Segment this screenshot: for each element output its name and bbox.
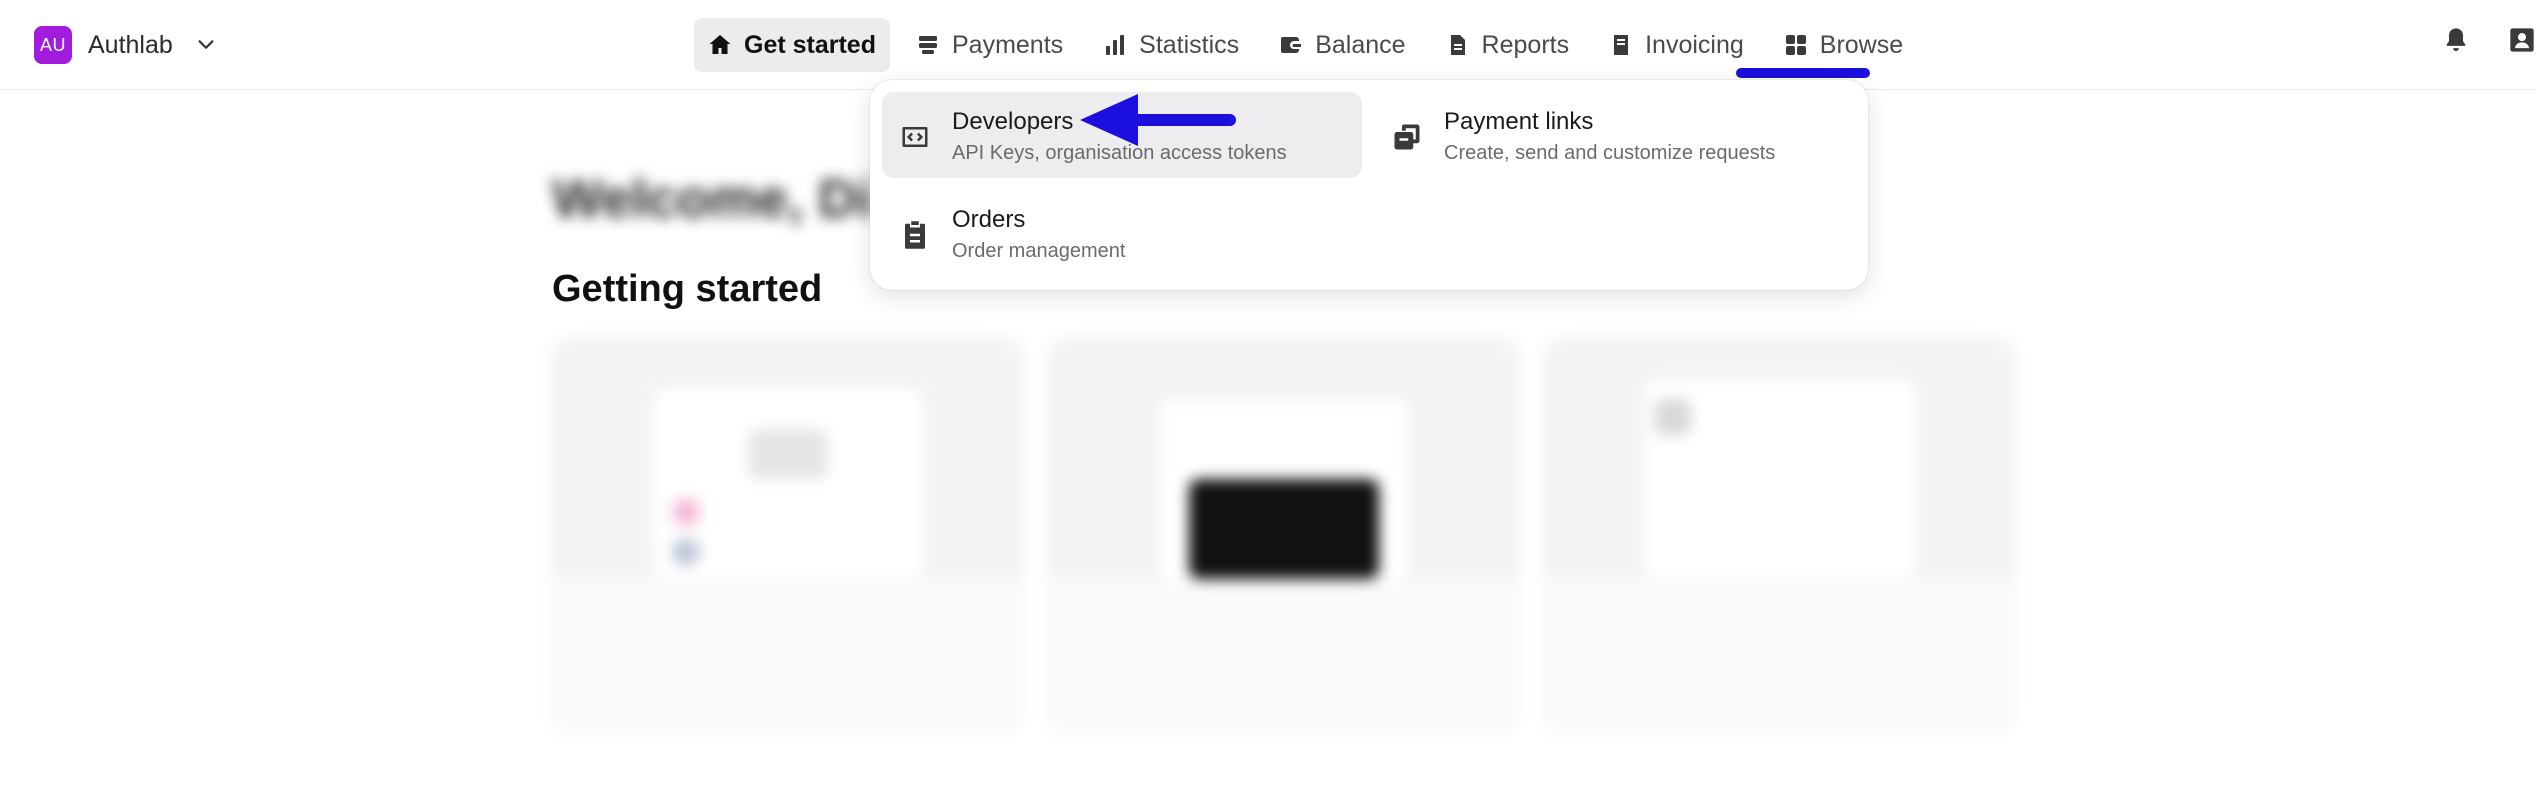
code-icon bbox=[902, 127, 928, 147]
bell-icon[interactable] bbox=[2442, 26, 2470, 54]
nav-label: Statistics bbox=[1139, 30, 1240, 59]
nav-invoicing[interactable]: Invoicing bbox=[1595, 18, 1758, 72]
chevron-down-icon bbox=[198, 40, 214, 49]
nav-get-started[interactable]: Get started bbox=[694, 18, 890, 72]
getting-started-card[interactable] bbox=[1544, 338, 2014, 734]
nav-reports[interactable]: Reports bbox=[1432, 18, 1584, 72]
card-preview-image bbox=[1545, 339, 2013, 579]
nav-label: Get started bbox=[744, 30, 876, 59]
card-preview-image bbox=[1049, 339, 1517, 579]
grid-icon bbox=[1785, 35, 1806, 55]
nav-label: Reports bbox=[1481, 30, 1570, 59]
nav-payments[interactable]: Payments bbox=[902, 18, 1077, 72]
getting-started-title: Getting started bbox=[552, 268, 823, 310]
header-actions bbox=[2442, 26, 2536, 54]
clipboard-icon bbox=[905, 221, 925, 249]
nav-balance[interactable]: Balance bbox=[1265, 18, 1419, 72]
menu-item-title: Orders bbox=[952, 206, 1026, 233]
nav-label: Payments bbox=[951, 30, 1064, 59]
nav-label: Invoicing bbox=[1645, 30, 1744, 59]
user-icon[interactable] bbox=[2508, 26, 2536, 54]
menu-item-orders[interactable]: Orders Order management bbox=[882, 190, 1362, 276]
browse-active-underline bbox=[1736, 68, 1870, 78]
welcome-heading: Welcome, Di bbox=[552, 169, 873, 229]
menu-item-payment-links[interactable]: Payment links Create, send and customize… bbox=[1374, 92, 1854, 178]
organization-switcher[interactable]: AU Authlab bbox=[34, 26, 217, 64]
menu-item-title: Payment links bbox=[1444, 108, 1594, 135]
document-icon bbox=[1450, 35, 1465, 55]
getting-started-cards bbox=[552, 338, 2014, 734]
links-icon bbox=[1394, 124, 1420, 150]
org-avatar: AU bbox=[34, 26, 72, 64]
wallet-icon bbox=[1281, 37, 1302, 53]
menu-item-subtitle: Create, send and customize requests bbox=[1444, 142, 1776, 164]
getting-started-card[interactable] bbox=[1048, 338, 1518, 734]
annotation-arrow-icon bbox=[1080, 94, 1236, 146]
nav-browse[interactable]: Browse bbox=[1770, 18, 1917, 72]
getting-started-card[interactable] bbox=[552, 338, 1022, 734]
org-name: Authlab bbox=[88, 30, 173, 59]
payments-icon bbox=[918, 36, 937, 54]
card-preview-image bbox=[553, 339, 1021, 579]
nav-statistics[interactable]: Statistics bbox=[1089, 18, 1253, 72]
menu-item-subtitle: Order management bbox=[952, 240, 1126, 262]
invoice-icon bbox=[1614, 35, 1629, 55]
main-nav: Get started Payments Statistics Balance … bbox=[694, 18, 1929, 72]
browse-dropdown-menu: Developers API Keys, organisation access… bbox=[870, 80, 1868, 290]
home-icon bbox=[709, 35, 731, 54]
top-navigation-bar: AU Authlab Get started Payments Statisti… bbox=[0, 0, 2536, 90]
bar-chart-icon bbox=[1106, 35, 1125, 55]
nav-label: Browse bbox=[1819, 30, 1904, 59]
nav-label: Balance bbox=[1315, 30, 1406, 59]
